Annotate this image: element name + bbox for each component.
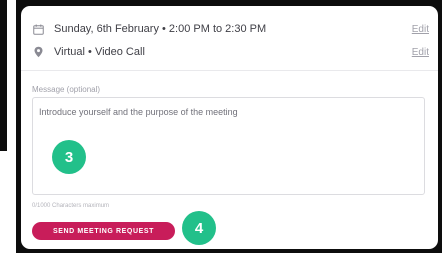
datetime-row: Sunday, 6th February • 2:00 PM to 2:30 P…: [32, 18, 429, 40]
location-row: Virtual • Video Call Edit: [32, 41, 429, 63]
message-textarea[interactable]: Introduce yourself and the purpose of th…: [32, 97, 425, 195]
meeting-location: Virtual • Video Call: [54, 46, 145, 58]
step-3-badge: 3: [52, 140, 86, 174]
message-placeholder: Introduce yourself and the purpose of th…: [39, 107, 238, 117]
character-counter: 0/1000 Characters maximum: [32, 203, 110, 209]
send-meeting-request-button[interactable]: SEND MEETING REQUEST: [32, 222, 175, 240]
edit-location-link[interactable]: Edit: [412, 47, 429, 58]
edit-datetime-link[interactable]: Edit: [412, 24, 429, 35]
step-4-badge: 4: [182, 211, 216, 245]
left-dark-bar: [0, 0, 7, 151]
meeting-datetime: Sunday, 6th February • 2:00 PM to 2:30 P…: [54, 23, 267, 35]
location-pin-icon: [32, 46, 44, 58]
message-label: Message (optional): [32, 85, 101, 94]
section-divider: [21, 70, 438, 71]
meeting-request-card: Sunday, 6th February • 2:00 PM to 2:30 P…: [21, 6, 438, 249]
calendar-icon: [32, 23, 44, 35]
